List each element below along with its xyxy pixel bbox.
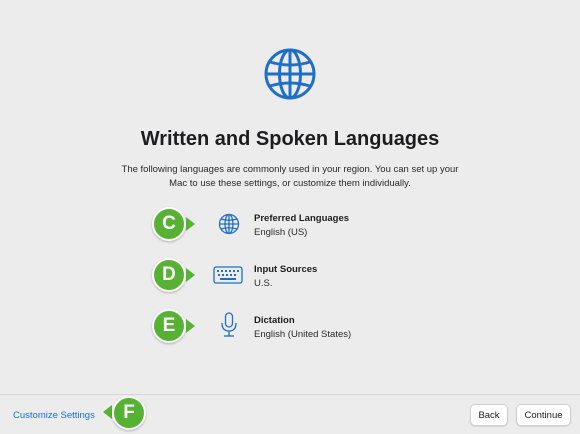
callout-pointer (186, 217, 195, 231)
dictation-value: English (United States) (254, 329, 352, 340)
callout-badge-d: D (152, 258, 186, 292)
back-button[interactable]: Back (470, 404, 508, 426)
callout-pointer (103, 405, 112, 419)
microphone-icon (221, 312, 237, 337)
customize-settings-link[interactable]: Customize Settings (13, 410, 95, 421)
setup-assistant-window: Written and Spoken Languages The followi… (0, 0, 580, 434)
keyboard-icon (213, 266, 243, 284)
page-description: The following languages are commonly use… (121, 164, 459, 189)
footer-divider (0, 394, 580, 395)
callout-pointer (186, 268, 195, 282)
globe-icon (218, 213, 240, 235)
preferred-languages-value: English (US) (254, 227, 308, 238)
preferred-languages-title: Preferred Languages (254, 213, 350, 224)
page-title: Written and Spoken Languages (140, 128, 440, 150)
callout-badge-c: C (152, 207, 186, 241)
input-sources-title: Input Sources (254, 264, 318, 275)
continue-button[interactable]: Continue (516, 404, 571, 426)
input-sources-value: U.S. (254, 278, 273, 289)
callout-badge-f: F (112, 396, 146, 430)
callout-pointer (186, 319, 195, 333)
callout-badge-e: E (152, 309, 186, 343)
globe-icon (264, 48, 316, 100)
dictation-title: Dictation (254, 315, 295, 326)
